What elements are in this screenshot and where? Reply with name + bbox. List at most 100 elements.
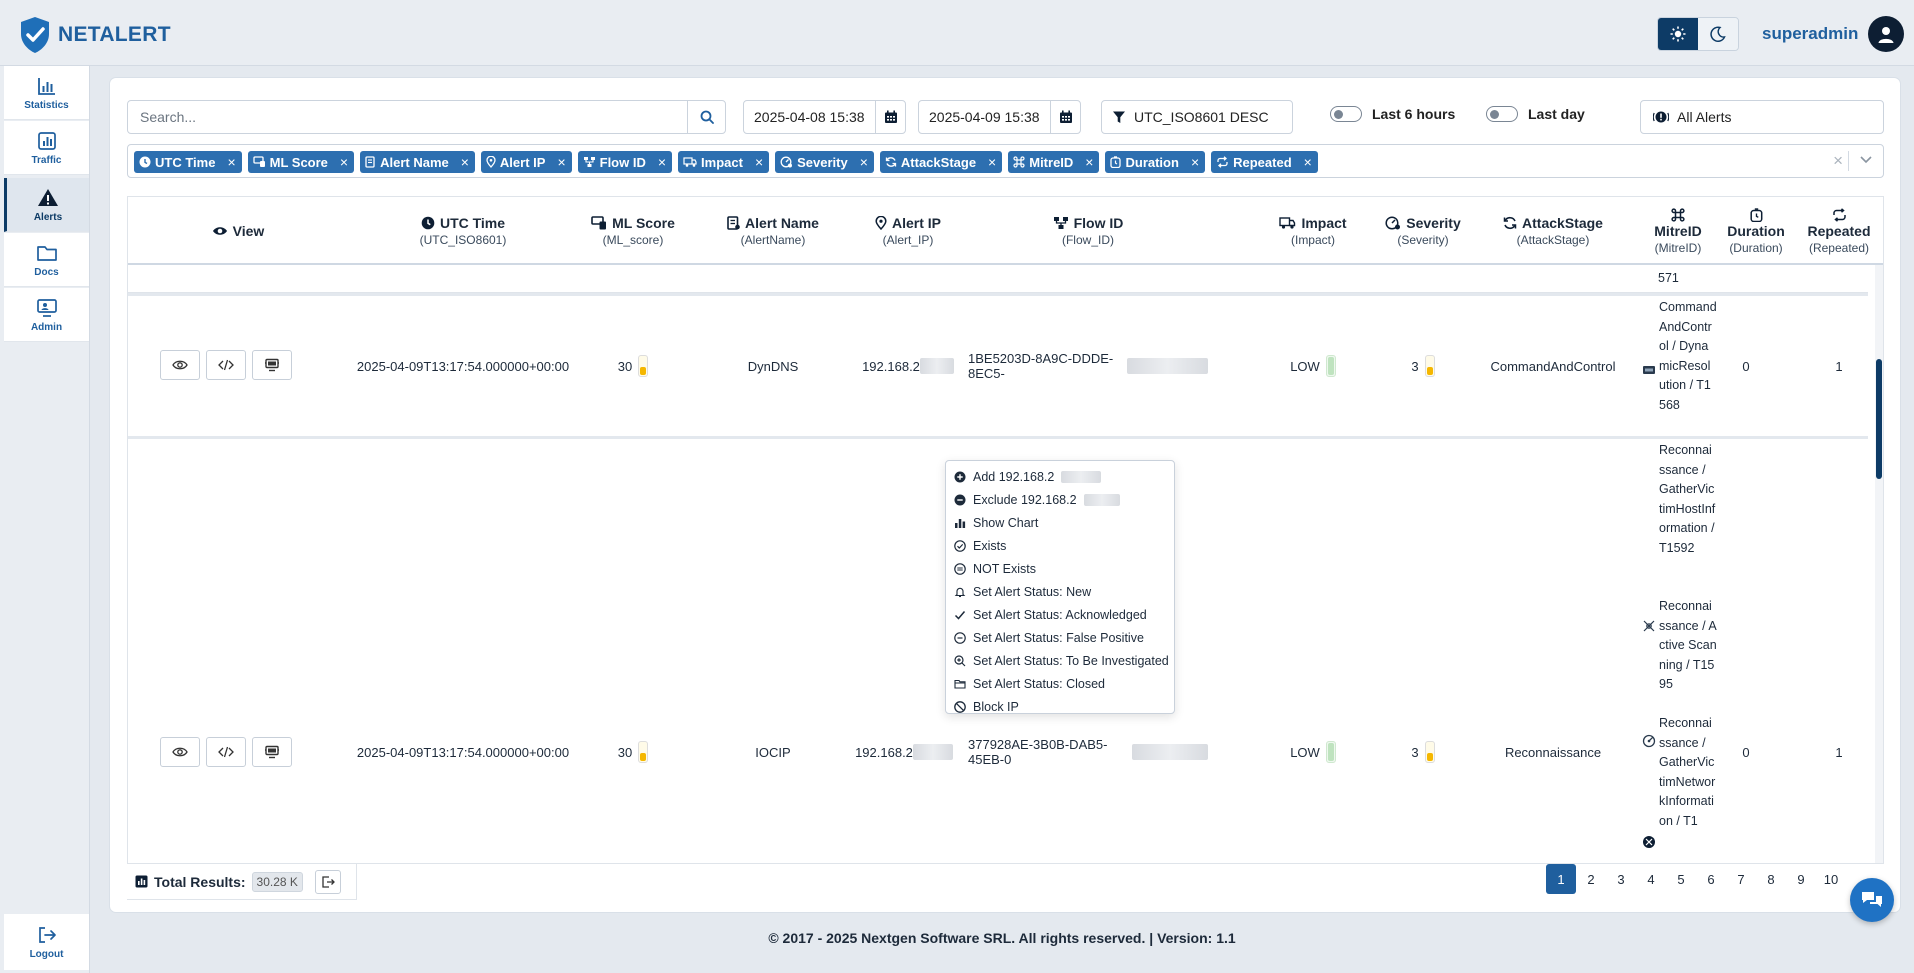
avatar[interactable] (1868, 16, 1905, 52)
menu-item-label: Exclude 192.168.2 (973, 492, 1077, 507)
page-1[interactable]: 1 (1546, 864, 1576, 894)
ml-score-value: 30 (617, 358, 633, 374)
date-from-field[interactable]: 2025-04-08 15:38 (743, 100, 906, 134)
menu-item-exclude[interactable]: Exclude 192.168.2 (946, 488, 1174, 511)
chip-flow-id[interactable]: Flow ID × (577, 151, 673, 173)
chip-remove-icon[interactable]: × (461, 154, 469, 170)
calendar-to-button[interactable] (1050, 101, 1080, 133)
menu-item-status-closed[interactable]: Set Alert Status: Closed (946, 672, 1174, 695)
cell-duration: 0 (1742, 744, 1750, 760)
sidebar-item-statistics[interactable]: Statistics (4, 66, 89, 120)
last-6-hours-switch[interactable] (1330, 106, 1362, 122)
chip-repeated[interactable]: Repeated × (1211, 151, 1318, 173)
view-details-button[interactable] (160, 737, 200, 767)
menu-item-status-false-positive[interactable]: Set Alert Status: False Positive (946, 626, 1174, 649)
search-button[interactable] (687, 101, 725, 133)
col-attack-stage[interactable]: AttackStage (AttackStage) (1478, 197, 1628, 265)
view-code-button[interactable] (206, 737, 246, 767)
view-code-button[interactable] (206, 350, 246, 380)
chip-utc-time[interactable]: UTC Time × (134, 151, 242, 173)
view-raw-button[interactable] (252, 350, 292, 380)
sidebar-item-docs[interactable]: Docs (4, 233, 89, 287)
page-4[interactable]: 4 (1636, 864, 1666, 894)
chip-remove-icon[interactable]: × (658, 154, 666, 170)
last-day-toggle[interactable]: Last day (1486, 106, 1585, 122)
chip-remove-icon[interactable]: × (1191, 154, 1199, 170)
page-2[interactable]: 2 (1576, 864, 1606, 894)
col-utc-time[interactable]: UTC Time (UTC_ISO8601) (353, 197, 573, 265)
severity-value: 3 (1411, 744, 1419, 760)
col-repeated[interactable]: Repeated (Repeated) (1798, 197, 1880, 265)
brand-logo[interactable]: NETALERT (18, 16, 171, 54)
logout-button[interactable]: Logout (4, 914, 89, 970)
chip-severity[interactable]: Severity × (775, 151, 874, 173)
chip-remove-icon[interactable]: × (340, 154, 348, 170)
view-details-button[interactable] (160, 350, 200, 380)
col-duration[interactable]: Duration (Duration) (1716, 197, 1796, 265)
cell-flow-id: 1BE5203D-8A9C-DDDE-8EC5- (968, 346, 1208, 386)
chip-duration[interactable]: Duration × (1105, 151, 1206, 173)
col-alert-ip[interactable]: Alert IP (Alert_IP) (848, 197, 968, 265)
menu-item-block-ip[interactable]: Block IP (946, 695, 1174, 718)
chat-button[interactable] (1850, 878, 1894, 922)
chip-remove-icon[interactable]: × (227, 154, 235, 170)
col-flow-id[interactable]: Flow ID (Flow_ID) (968, 197, 1208, 265)
col-subtitle: (ML_score) (602, 233, 664, 247)
calendar-from-button[interactable] (875, 101, 905, 133)
col-ml-score[interactable]: ML Score (ML_score) (568, 197, 698, 265)
scrollbar-thumb[interactable] (1876, 359, 1882, 479)
chip-remove-icon[interactable]: × (860, 154, 868, 170)
chip-mitre-id[interactable]: MitreID × (1008, 151, 1100, 173)
view-raw-button[interactable] (252, 737, 292, 767)
menu-item-not-exists[interactable]: NOT Exists (946, 557, 1174, 580)
col-impact[interactable]: Impact (Impact) (1258, 197, 1368, 265)
chip-impact[interactable]: Impact × (678, 151, 770, 173)
date-to-field[interactable]: 2025-04-09 15:38 (918, 100, 1081, 134)
menu-item-exists[interactable]: Exists (946, 534, 1174, 557)
chip-remove-icon[interactable]: × (755, 154, 763, 170)
clear-all-chips-icon[interactable]: × (1833, 151, 1843, 171)
menu-item-show-chart[interactable]: Show Chart (946, 511, 1174, 534)
page-6[interactable]: 6 (1696, 864, 1726, 894)
menu-item-add[interactable]: Add 192.168.2 (946, 465, 1174, 488)
cell-mitre-id: Reconnaissance / GatherVictimHostInforma… (1659, 443, 1716, 555)
page-8[interactable]: 8 (1756, 864, 1786, 894)
cell-alert-ip[interactable]: 192.168.2 (848, 346, 968, 386)
chip-alert-ip[interactable]: Alert IP × (480, 151, 572, 173)
page-10[interactable]: 10 (1816, 864, 1846, 894)
user-menu[interactable]: superadmin (1762, 16, 1905, 52)
chip-alert-name[interactable]: Alert Name × (360, 151, 475, 173)
last-6-hours-toggle[interactable]: Last 6 hours (1330, 106, 1455, 122)
page-5[interactable]: 5 (1666, 864, 1696, 894)
table-scrollbar[interactable] (1875, 265, 1883, 863)
chevron-down-icon[interactable] (1859, 152, 1873, 166)
chip-remove-icon[interactable]: × (557, 154, 565, 170)
export-button[interactable] (314, 869, 341, 894)
chip-remove-icon[interactable]: × (988, 154, 996, 170)
sidebar-item-alerts[interactable]: Alerts (4, 178, 89, 232)
dark-mode-button[interactable] (1698, 18, 1738, 50)
col-mitre-id[interactable]: MitreID (MitreID) (1638, 197, 1718, 265)
sidebar-item-traffic[interactable]: Traffic (4, 121, 89, 175)
cell-alert-ip[interactable]: 192.168.2 (844, 732, 964, 772)
menu-item-status-acknowledged[interactable]: Set Alert Status: Acknowledged (946, 603, 1174, 626)
col-view[interactable]: View (128, 197, 348, 265)
page-7[interactable]: 7 (1726, 864, 1756, 894)
chip-attack-stage[interactable]: AttackStage × (879, 151, 1003, 173)
alerts-scope-select[interactable]: All Alerts (1640, 100, 1884, 134)
search-input[interactable] (128, 101, 687, 133)
chip-ml-score[interactable]: ML Score × (247, 151, 355, 173)
col-alert-name[interactable]: Alert Name (AlertName) (698, 197, 848, 265)
page-9[interactable]: 9 (1786, 864, 1816, 894)
menu-item-status-new[interactable]: Set Alert Status: New (946, 580, 1174, 603)
light-mode-button[interactable] (1658, 18, 1698, 50)
sidebar-item-admin[interactable]: Admin (4, 288, 89, 342)
chip-remove-icon[interactable]: × (1085, 154, 1093, 170)
table-row[interactable]: 2025-04-09T13:17:54.000000+00:00 30 DynD… (128, 293, 1868, 439)
page-3[interactable]: 3 (1606, 864, 1636, 894)
menu-item-status-investigate[interactable]: Set Alert Status: To Be Investigated (946, 649, 1174, 672)
chip-remove-icon[interactable]: × (1304, 154, 1312, 170)
sort-select[interactable]: UTC_ISO8601 DESC (1101, 100, 1293, 134)
col-severity[interactable]: Severity (Severity) (1368, 197, 1478, 265)
last-day-switch[interactable] (1486, 106, 1518, 122)
